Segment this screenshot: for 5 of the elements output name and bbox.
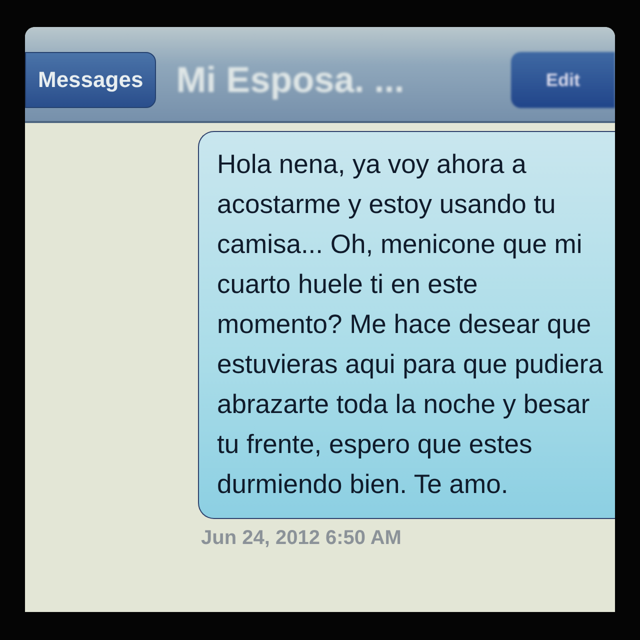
back-button[interactable]: Messages (25, 52, 156, 108)
message-text: Hola nena, ya voy ahora a acostarme y estoy usando tu camisa... Oh, menicone que mi cuarto huele ti en este momento? Me hace desear que estuvieras aqui para que pudiera abrazarte toda la noche y besar tu frente, espero que estes durmiendo bien. Te amo. (217, 148, 604, 501)
conversation-title: Mi Esposa. ... (176, 59, 406, 101)
edit-button[interactable]: Edit (511, 52, 615, 108)
message-timestamp: Jun 24, 2012 6:50 AM (201, 527, 402, 550)
